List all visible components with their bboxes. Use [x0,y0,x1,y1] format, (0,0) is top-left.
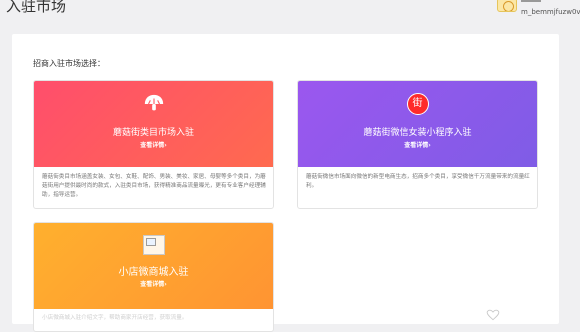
mushroom-icon [143,93,165,115]
section-label: 招商入驻市场选择： [33,59,105,68]
market-card-microstore[interactable]: 小店微商城入驻 查看详情› 小店微商城入驻介绍文字，帮助商家开店经营，获取流量。 [33,222,274,332]
user-avatar[interactable] [497,0,517,12]
market-card-category[interactable]: 蘑菇街类目市场入驻 查看详情› 蘑菇街类目市场涵盖女装、女包、女鞋、配饰、男装、… [33,80,274,209]
card-details-link[interactable]: 查看详情› [34,140,273,149]
card-details-link[interactable]: 查看详情› [34,279,273,288]
card-details-link[interactable]: 查看详情› [298,140,537,149]
heart-outline-icon [486,309,500,321]
user-name[interactable]: m_bemmjfuzw0v [521,8,580,16]
card-description: 小店微商城入驻介绍文字，帮助商家开店经营，获取流量。 [42,315,188,321]
jie-badge-icon: 街 [406,93,429,115]
card-description: 蘑菇街微信市场面向微信的新型电商生态，招商多个类目，享受微信千万流量带来的流量红… [306,174,530,189]
top-bar: 入驻市场 m_bemmjfuzw0v [0,0,580,22]
card-title: 蘑菇街类目市场入驻 [112,128,194,138]
card-title: 小店微商城入驻 [118,267,189,278]
card-header: 街 蘑菇街微信女装小程序入驻 查看详情› [298,81,537,167]
card-description: 蘑菇街类目市场涵盖女装、女包、女鞋、配饰、男装、美妆、家居、母婴等多个类目，为蘑… [42,174,266,198]
card-title: 蘑菇街微信女装小程序入驻 [363,128,472,138]
jie-badge-text: 街 [406,93,429,115]
market-card-wechat[interactable]: 街 蘑菇街微信女装小程序入驻 查看详情› 蘑菇街微信市场面向微信的新型电商生态，… [297,80,538,209]
broken-image-icon [142,235,165,255]
user-menu-line [521,0,541,2]
card-header: 蘑菇街类目市场入驻 查看详情› [34,81,273,167]
card-header: 小店微商城入驻 查看详情› [34,223,273,309]
page-title: 入驻市场 [6,0,67,15]
